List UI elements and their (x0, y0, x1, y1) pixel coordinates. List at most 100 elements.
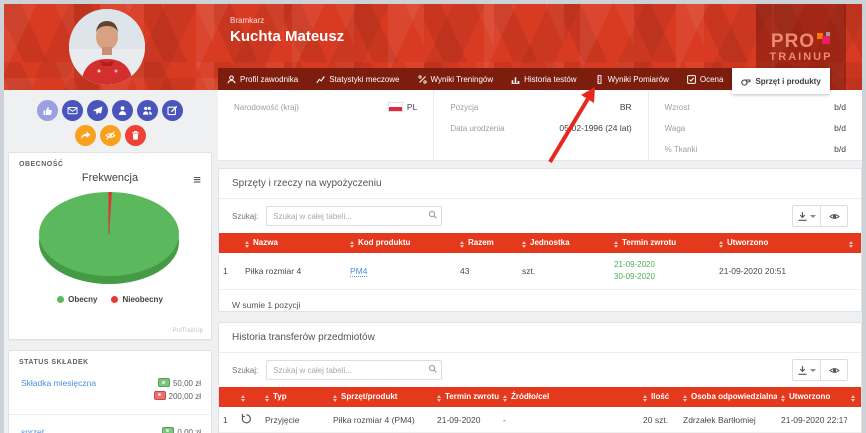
sort-icon[interactable] (333, 395, 337, 402)
legend-obecny[interactable]: Obecny (57, 295, 97, 304)
assign-player-button[interactable] (112, 100, 133, 121)
row-index: 1 (219, 253, 241, 290)
height-label: Wzrost (665, 103, 690, 112)
col-sprzet-produkt[interactable]: Sprzęt/produkt (329, 387, 433, 407)
money-green-icon (158, 378, 170, 387)
chart-watermark: ProTrainUp (173, 328, 203, 334)
tab-wyniki-pomiarow[interactable]: Wyniki Pomiarów (586, 68, 678, 90)
sort-icon[interactable] (522, 241, 526, 248)
send-button[interactable] (87, 100, 108, 121)
search-icon (428, 210, 438, 220)
col-utworzono[interactable]: Utworzono (715, 233, 845, 253)
col-typ[interactable]: Typ (261, 387, 329, 407)
col-extra[interactable] (847, 387, 862, 407)
col-nazwa[interactable]: Nazwa (241, 233, 346, 253)
attendance-card: OBECNOŚĆ Frekwencja ≡ Obecny Nieobecny P… (8, 152, 212, 340)
loans-table: Nazwa Kod produktu Razem Jednostka Termi… (219, 233, 861, 290)
sort-icon[interactable] (719, 241, 723, 248)
sort-icon[interactable] (245, 241, 249, 248)
tab-sprzet-i-produkty[interactable]: Sprzęt i produkty (732, 68, 829, 94)
info-col-position: Pozycja BR Data urodzenia 05-02-1996 (24… (433, 90, 647, 160)
fee-item: sprzęt 0,00 zł 100,00 zł (9, 415, 211, 433)
delete-button[interactable] (125, 125, 146, 146)
sort-icon[interactable] (265, 395, 269, 402)
sort-icon[interactable] (503, 395, 507, 402)
col-kod-produktu[interactable]: Kod produktu (346, 233, 456, 253)
sort-icon[interactable] (350, 241, 354, 248)
envelope-icon (67, 105, 78, 116)
tab-ocena[interactable]: Ocena (678, 68, 733, 90)
row-qty: 20 szt. (639, 407, 679, 433)
col-extra[interactable] (845, 233, 861, 253)
sort-icon[interactable] (614, 241, 618, 248)
sort-icon[interactable] (849, 241, 853, 248)
fee-due-row: 200,00 zł (154, 392, 201, 401)
birthdate-value: 05-02-1996 (24 lat) (559, 123, 631, 133)
column-visibility-button[interactable] (820, 206, 847, 226)
person-icon (227, 75, 236, 84)
share-button[interactable] (75, 125, 96, 146)
thumbs-up-icon (42, 105, 53, 116)
person-download-icon (117, 105, 128, 116)
fee-paid-row: 50,00 zł (158, 379, 201, 388)
table-row[interactable]: 1 Piłka rozmiar 4 PM4 43 szt. 21-09-2020… (219, 253, 861, 290)
tab-profil-zawodnika[interactable]: Profil zawodnika (218, 68, 307, 90)
col-osoba[interactable]: Osoba odpowiedzialna (679, 387, 777, 407)
sort-icon[interactable] (851, 395, 855, 402)
like-button[interactable] (37, 100, 58, 121)
sidebar: OBECNOŚĆ Frekwencja ≡ Obecny Nieobecny P… (8, 90, 212, 150)
player-avatar[interactable] (69, 9, 145, 85)
fees-label: STATUS SKŁADEK (9, 351, 211, 366)
col-utworzono[interactable]: Utworzono (777, 387, 847, 407)
export-button[interactable] (793, 206, 820, 226)
logo-line1: PRO (771, 32, 831, 51)
trash-icon (130, 130, 141, 141)
fee-link-sprzet[interactable]: sprzęt (21, 427, 44, 433)
fees-card: STATUS SKŁADEK Składka miesięczna 50,00 … (8, 350, 212, 433)
player-identity: Bramkarz Kuchta Mateusz (230, 16, 344, 45)
loans-search-input[interactable] (266, 206, 442, 226)
compare-players-button[interactable] (137, 100, 158, 121)
col-jednostka[interactable]: Jednostka (518, 233, 610, 253)
paper-plane-icon (92, 105, 103, 116)
sort-icon[interactable] (643, 395, 647, 402)
edit-button[interactable] (162, 100, 183, 121)
tab-statystyki-meczowe[interactable]: Statystyki meczowe (307, 68, 408, 90)
sort-icon[interactable] (781, 395, 785, 402)
money-red-icon (154, 391, 166, 400)
logo-line2: TRAINUP (770, 52, 833, 63)
col-type-icon[interactable] (237, 387, 261, 407)
export-button[interactable] (793, 360, 820, 380)
sort-icon[interactable] (683, 395, 687, 402)
row-return-dates: 21-09-202030-09-2020 (610, 253, 715, 290)
column-visibility-button[interactable] (820, 360, 847, 380)
chart-menu-icon[interactable]: ≡ (193, 173, 201, 186)
sort-icon[interactable] (460, 241, 464, 248)
row-source: - (499, 407, 639, 433)
loans-title: Sprzęty i rzeczy na wypożyczeniu (219, 169, 861, 199)
col-termin-zwrotu[interactable]: Termin zwrotu (433, 387, 499, 407)
transfers-search-input[interactable] (266, 360, 442, 380)
col-zrodlo-cel[interactable]: Źródło/cel (499, 387, 639, 407)
sort-icon[interactable] (437, 395, 441, 402)
fee-link-skladka[interactable]: Składka miesięczna (21, 378, 96, 388)
tab-wyniki-treningow[interactable]: Wyniki Treningów (409, 68, 503, 90)
col-termin-zwrotu[interactable]: Termin zwrotu (610, 233, 715, 253)
player-info-panel: Narodowość (kraj) PL Pozycja BR Data uro… (218, 90, 862, 161)
table-row[interactable]: 1 Przyjęcie Piłka rozmiar 4 (PM4) 21-09-… (219, 407, 862, 433)
product-code-link[interactable]: PM4 (350, 266, 367, 277)
transfers-title: Historia transferów przedmiotów (219, 323, 861, 353)
col-razem[interactable]: Razem (456, 233, 518, 253)
poland-flag-icon (388, 102, 403, 112)
logo-squares-icon (817, 32, 831, 46)
legend-nieobecny[interactable]: Nieobecny (111, 295, 162, 304)
col-ilosc[interactable]: Ilość (639, 387, 679, 407)
legend-red-dot-icon (111, 296, 118, 303)
match-stats-icon (316, 75, 325, 84)
message-button[interactable] (62, 100, 83, 121)
fee-amounts: 50,00 zł 200,00 zł (154, 378, 201, 404)
row-return-date: 21-09-2020 (433, 407, 499, 433)
hide-player-button[interactable] (100, 125, 121, 146)
tab-historia-testow[interactable]: Historia testów (502, 68, 585, 90)
sort-icon[interactable] (241, 395, 245, 402)
